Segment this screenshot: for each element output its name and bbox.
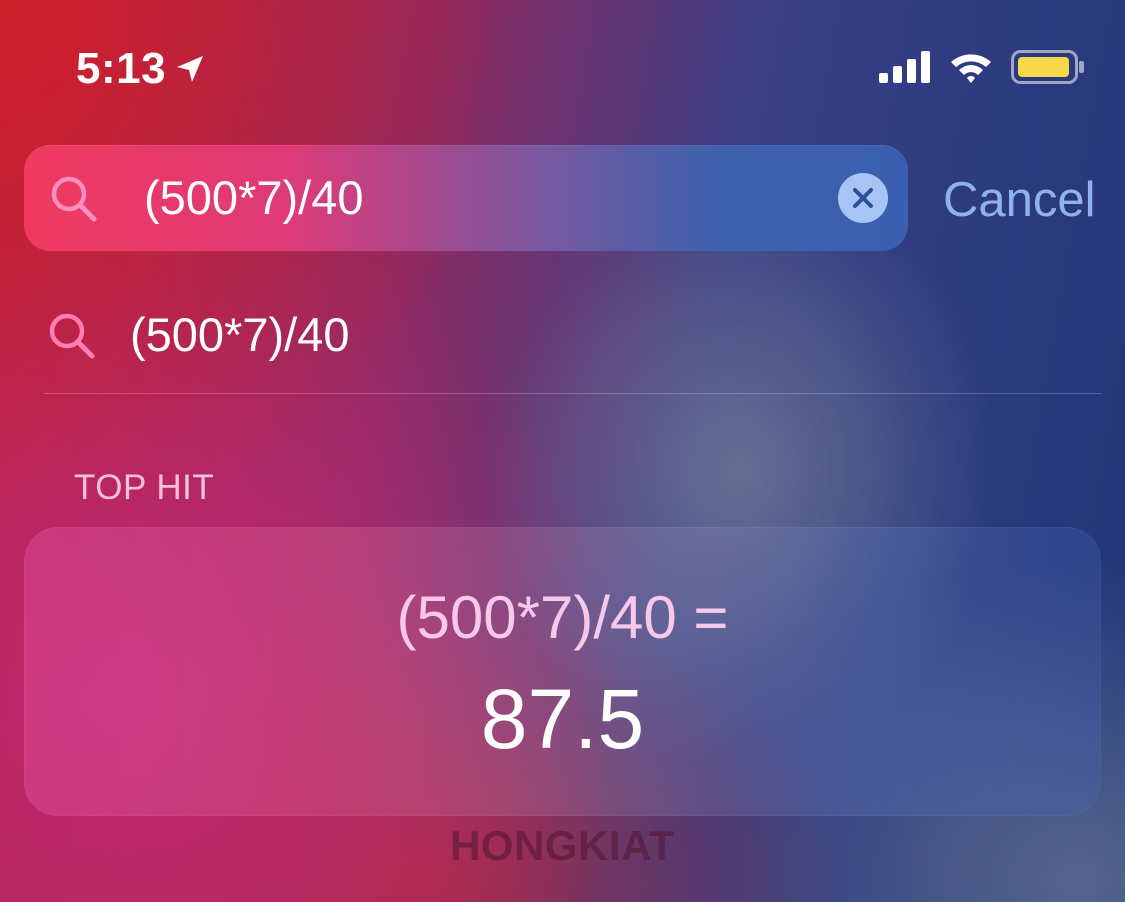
status-indicators — [879, 50, 1085, 84]
calculator-result-card[interactable]: (500*7)/40 = 87.5 — [24, 527, 1101, 816]
cancel-button[interactable]: Cancel — [943, 172, 1096, 228]
status-time: 5:13 — [76, 44, 206, 94]
search-icon — [51, 176, 97, 222]
calculation-expression: (500*7)/40 = — [396, 584, 729, 651]
clear-icon — [853, 188, 873, 208]
top-hit-header: TOP HIT — [74, 468, 215, 507]
time-label: 5:13 — [76, 44, 167, 93]
location-arrow-icon — [177, 56, 204, 82]
calculation-result: 87.5 — [480, 672, 645, 766]
search-input[interactable]: (500*7)/40 — [144, 171, 364, 225]
search-icon — [49, 313, 95, 359]
search-suggestion-row[interactable]: (500*7)/40 — [44, 290, 1104, 394]
suggestion-label: (500*7)/40 — [130, 308, 350, 361]
battery-icon — [1011, 50, 1084, 84]
cellular-signal-icon — [879, 51, 930, 83]
watermark-logo: HONGKIAT — [450, 822, 675, 869]
clear-button[interactable] — [838, 173, 888, 223]
divider — [44, 393, 1102, 394]
wifi-icon — [951, 54, 991, 83]
search-field[interactable]: (500*7)/40 — [24, 145, 908, 251]
